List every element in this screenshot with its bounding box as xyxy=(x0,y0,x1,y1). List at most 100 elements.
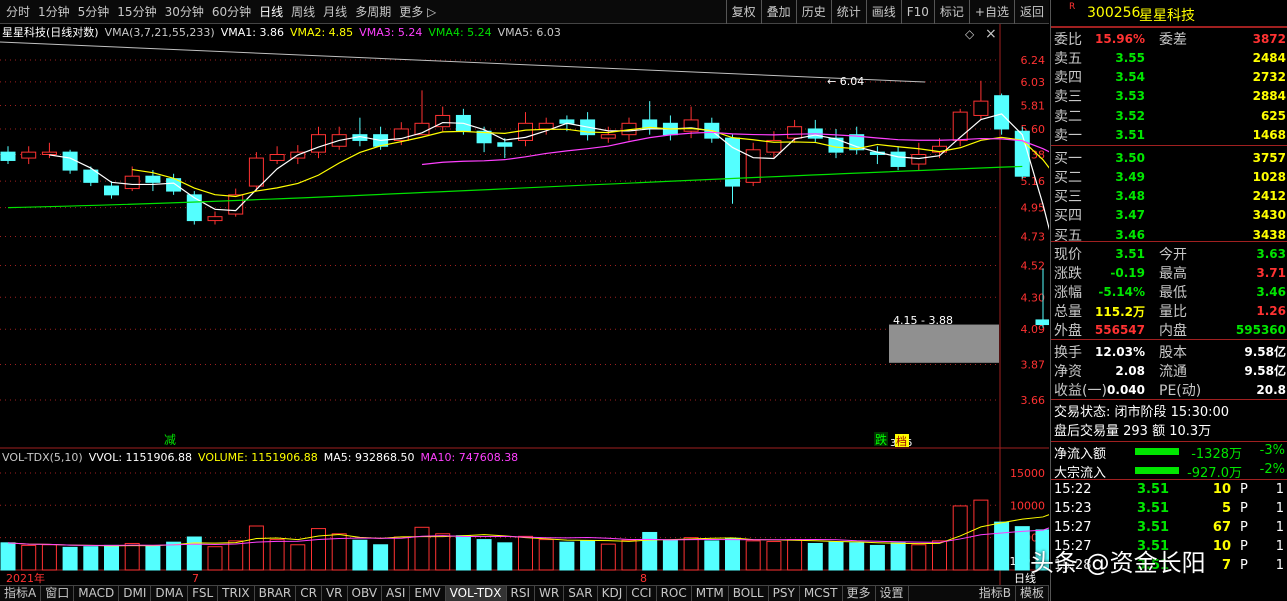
date-label-7: 7 xyxy=(192,572,199,585)
tick-count: 1 xyxy=(1275,558,1284,573)
period-tab-9[interactable]: 多周期 xyxy=(351,3,395,20)
expand-icon[interactable]: ◇ xyxy=(965,27,975,41)
candle-40 xyxy=(828,128,844,159)
period-tab-2[interactable]: 5分钟 xyxy=(74,3,114,20)
quote-value: 3.52 xyxy=(1115,108,1145,123)
candle-44 xyxy=(911,142,927,171)
indicator-tab-10[interactable]: OBV xyxy=(348,586,383,601)
indicator-tab-19[interactable]: ROC xyxy=(657,586,692,601)
period-tab-0[interactable]: 分时 xyxy=(2,3,34,20)
indicator-tab-6[interactable]: TRIX xyxy=(218,586,255,601)
toolbar-btn-8[interactable]: 返回 xyxy=(1013,0,1049,24)
quote-value2: 2732 xyxy=(1252,70,1286,85)
indicator-tab-24[interactable]: 更多 xyxy=(843,586,876,601)
period-tab-4[interactable]: 30分钟 xyxy=(161,3,208,20)
toolbar-btn-6[interactable]: 标记 xyxy=(933,0,969,24)
quote-value: 3.54 xyxy=(1115,70,1145,85)
indicator-tab-23[interactable]: MCST xyxy=(800,586,843,601)
candle-20 xyxy=(414,90,430,136)
tick-flag: P xyxy=(1240,558,1248,573)
quote-key2: 内盘 xyxy=(1159,323,1187,340)
flow-value: -1328万 xyxy=(1191,447,1242,462)
indicator-tab-9[interactable]: VR xyxy=(322,586,348,601)
indicator-tab-13[interactable]: VOL-TDX xyxy=(445,586,507,601)
period-tab-6[interactable]: 日线 xyxy=(255,3,287,20)
candle-36 xyxy=(745,142,761,187)
indicator-tab-20[interactable]: MTM xyxy=(692,586,729,601)
indicator-tab-0[interactable]: 指标A xyxy=(0,586,42,601)
quote-row-8: 买三 3.48 2412 xyxy=(1051,187,1287,206)
toolbar-btn-4[interactable]: 画线 xyxy=(865,0,901,24)
tick-flag: P xyxy=(1240,482,1248,497)
vol-bar-2 xyxy=(41,544,57,571)
period-tab-1[interactable]: 1分钟 xyxy=(34,3,74,20)
vol-bar-22 xyxy=(455,535,471,571)
indicator-tab-22[interactable]: PSY xyxy=(769,586,800,601)
toolbar-btn-3[interactable]: 统计 xyxy=(830,0,866,24)
quote-key: 卖四 xyxy=(1054,70,1082,87)
indicator-tab-11[interactable]: ASI xyxy=(382,586,411,601)
indicator-tab-1[interactable]: 窗口 xyxy=(41,586,75,601)
toolbar-btn-0[interactable]: 复权 xyxy=(725,0,761,24)
indicator-tab-3[interactable]: DMI xyxy=(119,586,152,601)
quote-value2: 3.71 xyxy=(1256,265,1286,280)
indicator-tab-18[interactable]: CCI xyxy=(627,586,657,601)
candle-32 xyxy=(662,115,678,141)
indicator-tab-7[interactable]: BRAR xyxy=(255,586,297,601)
indicator-tab-21[interactable]: BOLL xyxy=(729,586,769,601)
quote-key2: PE(动) xyxy=(1159,383,1202,400)
vol-bar-40 xyxy=(828,541,844,571)
bottom-right-tab-0[interactable]: 指标B xyxy=(975,586,1016,601)
quote-key: 卖五 xyxy=(1054,50,1082,67)
vol-bar-5 xyxy=(104,544,119,571)
quote-key: 现价 xyxy=(1054,246,1082,263)
bottom-right-tab-1[interactable]: 模板 xyxy=(1016,586,1049,601)
quote-value: 2.08 xyxy=(1115,363,1145,378)
candle-0 xyxy=(0,146,16,165)
quote-value2: 2412 xyxy=(1252,189,1286,204)
indicator-tab-14[interactable]: RSI xyxy=(507,586,536,601)
indicator-tab-16[interactable]: SAR xyxy=(564,586,598,601)
chart-area[interactable]: 6.24 6.03 5.81 5.60 5.38 5.16 4.95 4.73 4.52 4.30… xyxy=(0,24,1049,590)
period-tab-5[interactable]: 60分钟 xyxy=(208,3,255,20)
tick-row-0: 15:22 3.51 10 P 1 xyxy=(1051,482,1287,501)
quote-key2: 最低 xyxy=(1159,284,1187,301)
candle-47 xyxy=(973,80,989,120)
indicator-tab-5[interactable]: FSL xyxy=(188,586,219,601)
indicator-tab-4[interactable]: DMA xyxy=(151,586,189,601)
indicator-tabs: 指标A 窗口 MACD DMI DMA FSL TRIX BRAR CR VR OBV ASI EMV V… xyxy=(0,585,1049,601)
period-tab-3[interactable]: 15分钟 xyxy=(113,3,160,20)
indicator-tab-2[interactable]: MACD xyxy=(74,586,120,601)
vol-bar-18 xyxy=(373,544,389,571)
price-tick-5: 5.16 xyxy=(1021,175,1046,188)
tick-price: 3.51 xyxy=(1137,482,1170,497)
candle-13 xyxy=(269,146,285,165)
vol-bar-38 xyxy=(787,539,803,571)
indicator-tab-25[interactable]: 设置 xyxy=(876,586,909,601)
vol-bar-27 xyxy=(559,541,575,571)
vol-bar-49 xyxy=(1014,526,1030,571)
date-label-year: 2021年 xyxy=(6,571,45,585)
period-tab-10[interactable]: 更多 ▷ xyxy=(395,3,440,20)
kline-chart[interactable]: 6.246.035.815.605.385.164.954.734.524.30… xyxy=(0,24,1049,585)
toolbar-btn-5[interactable]: F10 xyxy=(900,0,934,24)
tick-count: 1 xyxy=(1275,501,1284,516)
toolbar-btn-1[interactable]: 叠加 xyxy=(760,0,796,24)
candle-25 xyxy=(518,112,533,147)
vol-bar-37 xyxy=(766,541,782,571)
indicator-tab-15[interactable]: WR xyxy=(535,586,565,601)
quote-row-12: 涨跌 -0.19 最高 3.71 xyxy=(1051,263,1287,282)
flow-key: 净流入额 xyxy=(1054,447,1107,462)
indicator-tab-17[interactable]: KDJ xyxy=(598,586,628,601)
price-tick-0: 6.24 xyxy=(1021,54,1046,67)
period-tab-7[interactable]: 周线 xyxy=(287,3,319,20)
quote-sep-5 xyxy=(1051,441,1287,442)
signal-duo: 档 xyxy=(896,434,907,448)
close-icon[interactable]: × xyxy=(985,26,997,42)
toolbar-btn-2[interactable]: 历史 xyxy=(795,0,831,24)
period-tab-8[interactable]: 月线 xyxy=(319,3,351,20)
candle-11 xyxy=(228,188,244,217)
indicator-tab-12[interactable]: EMV xyxy=(410,586,446,601)
indicator-tab-8[interactable]: CR xyxy=(296,586,322,601)
toolbar-btn-7[interactable]: +自选 xyxy=(968,0,1014,24)
